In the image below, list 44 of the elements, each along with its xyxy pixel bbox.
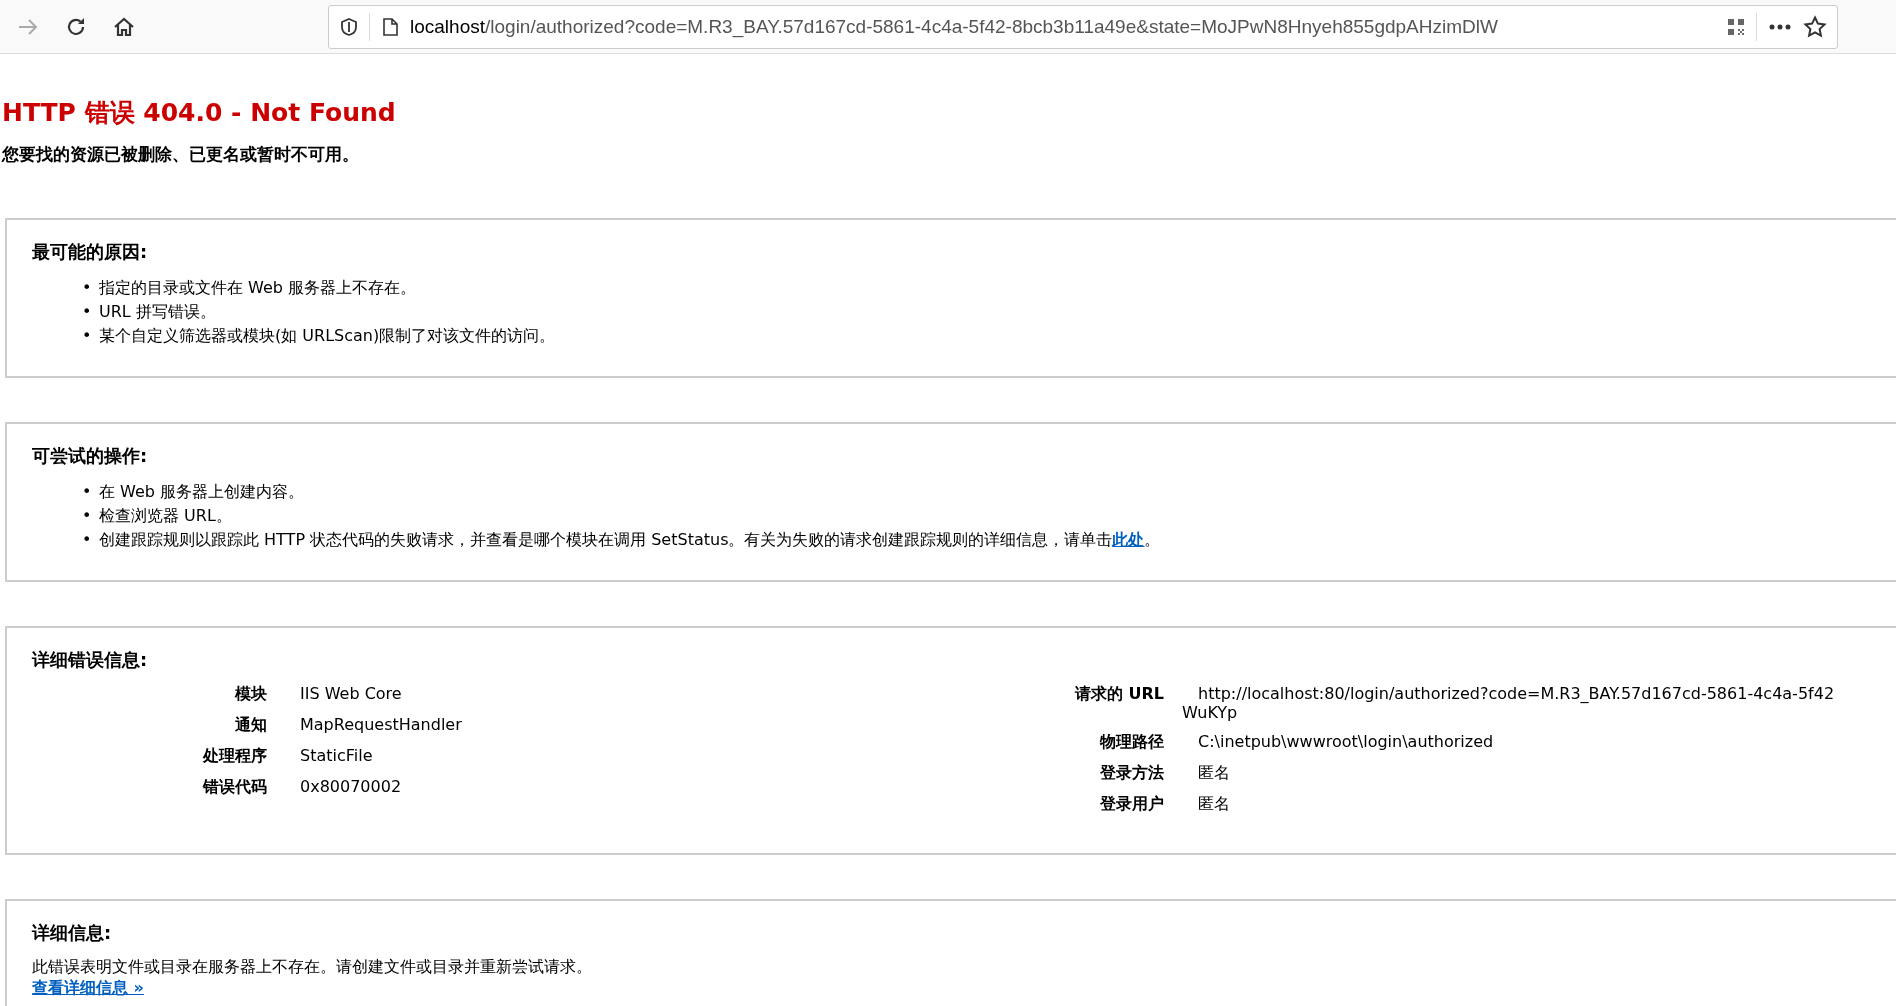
qr-code-icon[interactable]: [1726, 16, 1746, 37]
field-value: 匿名: [1197, 763, 1230, 784]
address-bar[interactable]: localhost/login/authorized?code=M.R3_BAY.57d167cd-5861-4c4a-5f42-8bcb3b11a49e&state=MoJPwN8Hnyeh855gdpAHzimDlW: [328, 4, 1838, 49]
field-label: 请求的 URL: [1073, 684, 1164, 705]
bullet: •: [82, 529, 93, 551]
field-value: 匿名: [1197, 794, 1230, 815]
error-title: HTTP 错误 404.0 - Not Found: [2, 97, 397, 129]
field-label: 物理路径: [1099, 732, 1164, 753]
bullet: •: [82, 481, 93, 503]
field-label: 模块: [234, 684, 267, 705]
list-item: 指定的目录或文件在 Web 服务器上不存在。: [99, 277, 417, 299]
field-label: 登录用户: [1099, 794, 1164, 815]
field-value: 0x80070002: [300, 777, 402, 798]
bullet: •: [82, 505, 93, 527]
here-link[interactable]: 此处: [1112, 530, 1145, 549]
shield-icon[interactable]: [339, 16, 359, 37]
more-info-link[interactable]: 查看详细信息 »: [32, 978, 144, 997]
error-subtitle: 您要找的资源已被删除、已更名或暂时不可用。: [2, 143, 360, 166]
bullet: •: [82, 277, 93, 299]
bullet: •: [82, 301, 93, 323]
star-icon[interactable]: [1803, 14, 1827, 39]
page-icon: [380, 15, 400, 38]
field-value: http://localhost:80/login/authorized?code=M.R3_BAY.57d167cd-5861-4c4a-5f42 WuKYp: [1182, 684, 1835, 722]
list-item: 创建跟踪规则以跟踪此 HTTP 状态代码的失败请求，并查看是哪个模块在调用 SetStatus。有关为失败的请求创建跟踪规则的详细信息，请单击此处。: [99, 529, 1161, 551]
section-heading: 最可能的原因:: [32, 240, 149, 264]
section-heading: 详细错误信息:: [32, 648, 149, 672]
list-item: 在 Web 服务器上创建内容。: [99, 481, 305, 503]
bullet: •: [82, 325, 93, 347]
section-heading: 详细信息:: [32, 921, 113, 945]
field-value: IIS Web Core: [300, 684, 402, 705]
list-item: URL 拼写错误。: [99, 301, 216, 323]
field-value: C:\inetpub\wwwroot\login\authorized: [1197, 732, 1494, 753]
info-text: 此错误表明文件或目录在服务器上不存在。请创建文件或目录并重新尝试请求。: [32, 957, 593, 978]
url-text[interactable]: localhost/login/authorized?code=M.R3_BAY.57d167cd-5861-4c4a-5f42-8bcb3b11a49e&state=MoJPwN8Hnyeh855gdpAHzimDlW: [410, 15, 1716, 38]
more-icon[interactable]: [1767, 22, 1793, 31]
list-item: 某个自定义筛选器或模块(如 URLScan)限制了对该文件的访问。: [99, 325, 556, 347]
field-value: StaticFile: [300, 746, 373, 767]
field-label: 错误代码: [201, 777, 267, 798]
list-item: 检查浏览器 URL。: [99, 505, 232, 527]
field-label: 通知: [234, 715, 267, 736]
section-heading: 可尝试的操作:: [32, 444, 149, 468]
field-value: MapRequestHandler: [300, 715, 462, 736]
field-label: 登录方法: [1099, 763, 1164, 784]
field-label: 处理程序: [201, 746, 267, 767]
